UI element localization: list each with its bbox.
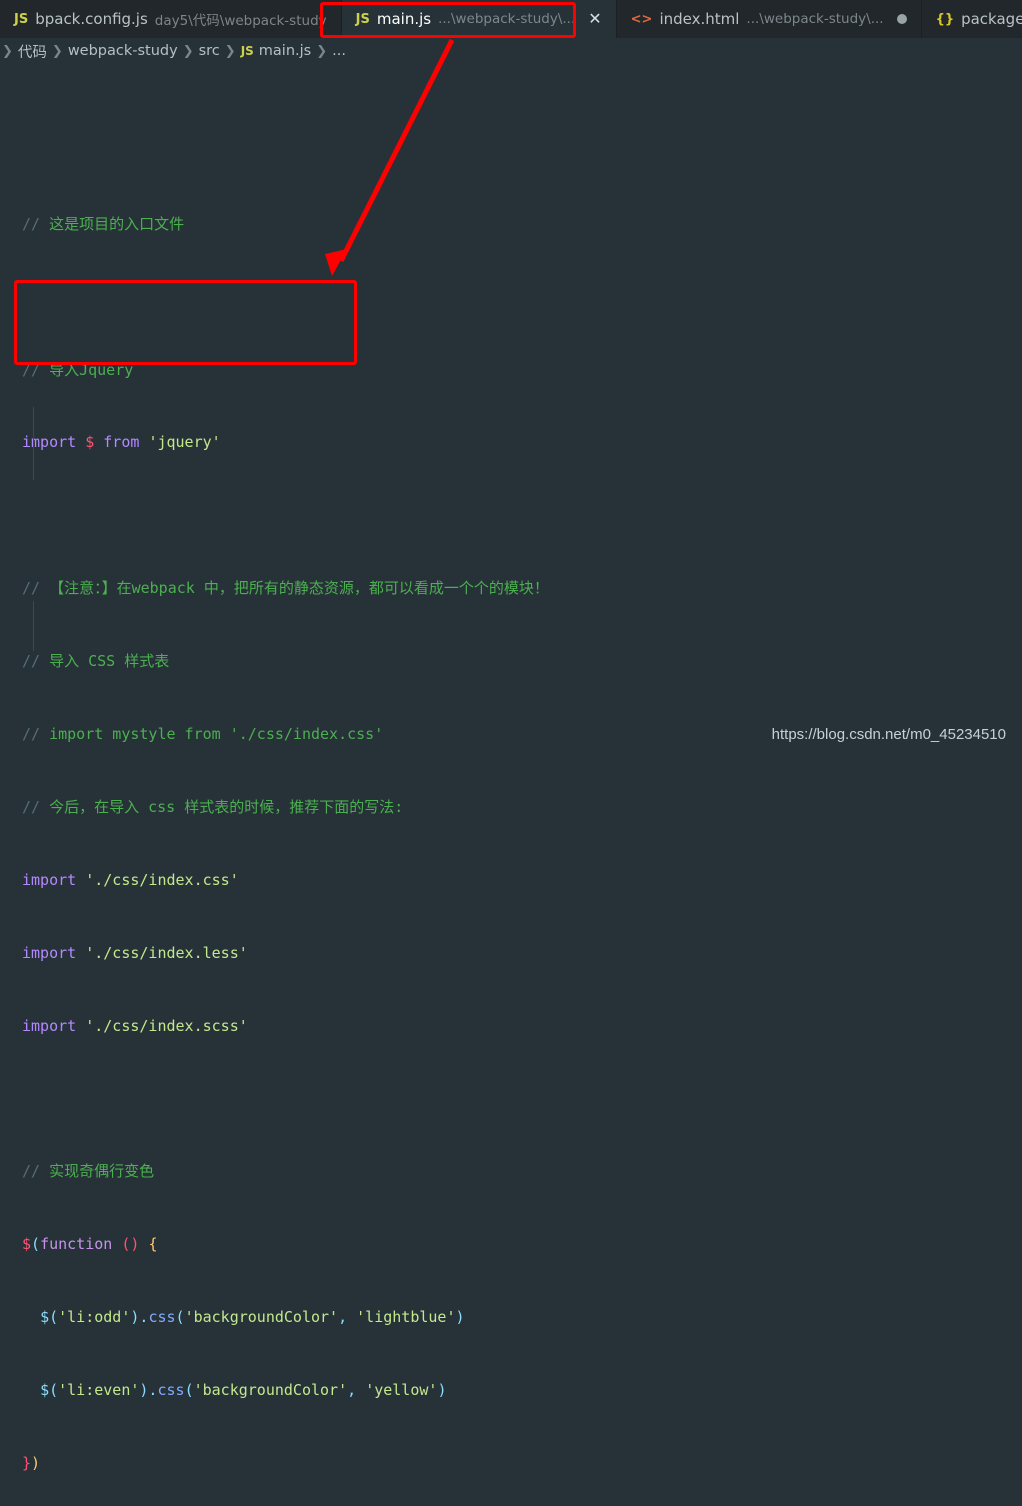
breadcrumb-item-src[interactable]: src [199,43,220,59]
breadcrumb-separator: ❯ [2,43,13,59]
unsaved-dot-icon[interactable] [896,14,907,24]
code-line: import $ from 'jquery' [22,433,221,452]
breadcrumb-separator: ❯ [316,43,328,59]
breadcrumb-item-webpack-study[interactable]: webpack-study [68,43,178,59]
code-line: // 导入Jquery [22,360,134,379]
breadcrumb-separator: ❯ [224,43,236,59]
tab-main-js[interactable]: JS main.js ...\webpack-study\... ✕ [341,0,617,38]
breadcrumb-item-main-js[interactable]: main.js [259,43,311,59]
js-file-icon: JS [14,11,29,27]
tab-label: package.json [961,10,1022,28]
tab-path: day5\代码\webpack-study [154,13,327,29]
tab-webpack-config-js[interactable]: JS bpack.config.js day5\代码\webpack-study [0,0,342,38]
tab-path: ...\webpack-study\... [438,11,576,27]
code-line: $(function () { [22,1235,158,1254]
tab-index-html[interactable]: <> index.html ...\webpack-study\... [616,0,922,38]
code-line: // 实现奇偶行变色 [22,1162,155,1181]
code-line: import './css/index.less' [22,943,248,962]
breadcrumb-item-daima[interactable]: 代码 [18,41,47,62]
indent-guide [33,601,34,651]
tab-label: bpack.config.js [35,10,148,28]
html-file-icon: <> [630,11,653,27]
breadcrumb-item-more[interactable]: ... [332,43,346,59]
json-file-icon: {} [935,11,955,27]
code-line: // 今后，在导入 css 样式表的时候，推荐下面的写法: [22,797,404,816]
editor-tab-bar: JS bpack.config.js day5\代码\webpack-study… [0,0,1022,38]
breadcrumb-separator: ❯ [182,43,194,59]
watermark-url: https://blog.csdn.net/m0_45234510 [771,726,1006,743]
indent-guide [33,407,34,480]
code-line: import './css/index.css' [22,870,239,889]
close-icon[interactable]: ✕ [588,11,601,27]
breadcrumb-separator: ❯ [51,43,63,59]
code-line: // 导入 CSS 样式表 [22,652,170,671]
code-line: $('li:even').css('backgroundColor', 'yel… [40,1381,447,1400]
code-line: }) [22,1453,41,1472]
code-line: import './css/index.scss' [22,1016,248,1035]
code-line: // 【注意：】在webpack 中，把所有的静态资源，都可以看成一个个的模块！ [22,579,549,598]
tab-path: ...\webpack-study\... [746,11,884,27]
js-file-icon: JS [355,11,370,27]
tab-label: main.js [376,10,432,28]
breadcrumb: ❯ 代码 ❯ webpack-study ❯ src ❯ JS main.js … [0,38,1022,64]
code-line: $('li:odd').css('backgroundColor', 'ligh… [40,1308,465,1327]
code-editor[interactable]: // 这是项目的入口文件 // 导入Jquery import $ from '… [0,64,1022,1506]
tab-package-json[interactable]: {} package.json ... [921,0,1022,38]
js-file-icon: JS [240,44,254,58]
tab-label: index.html [659,10,740,28]
code-line: // 这是项目的入口文件 [22,214,185,233]
